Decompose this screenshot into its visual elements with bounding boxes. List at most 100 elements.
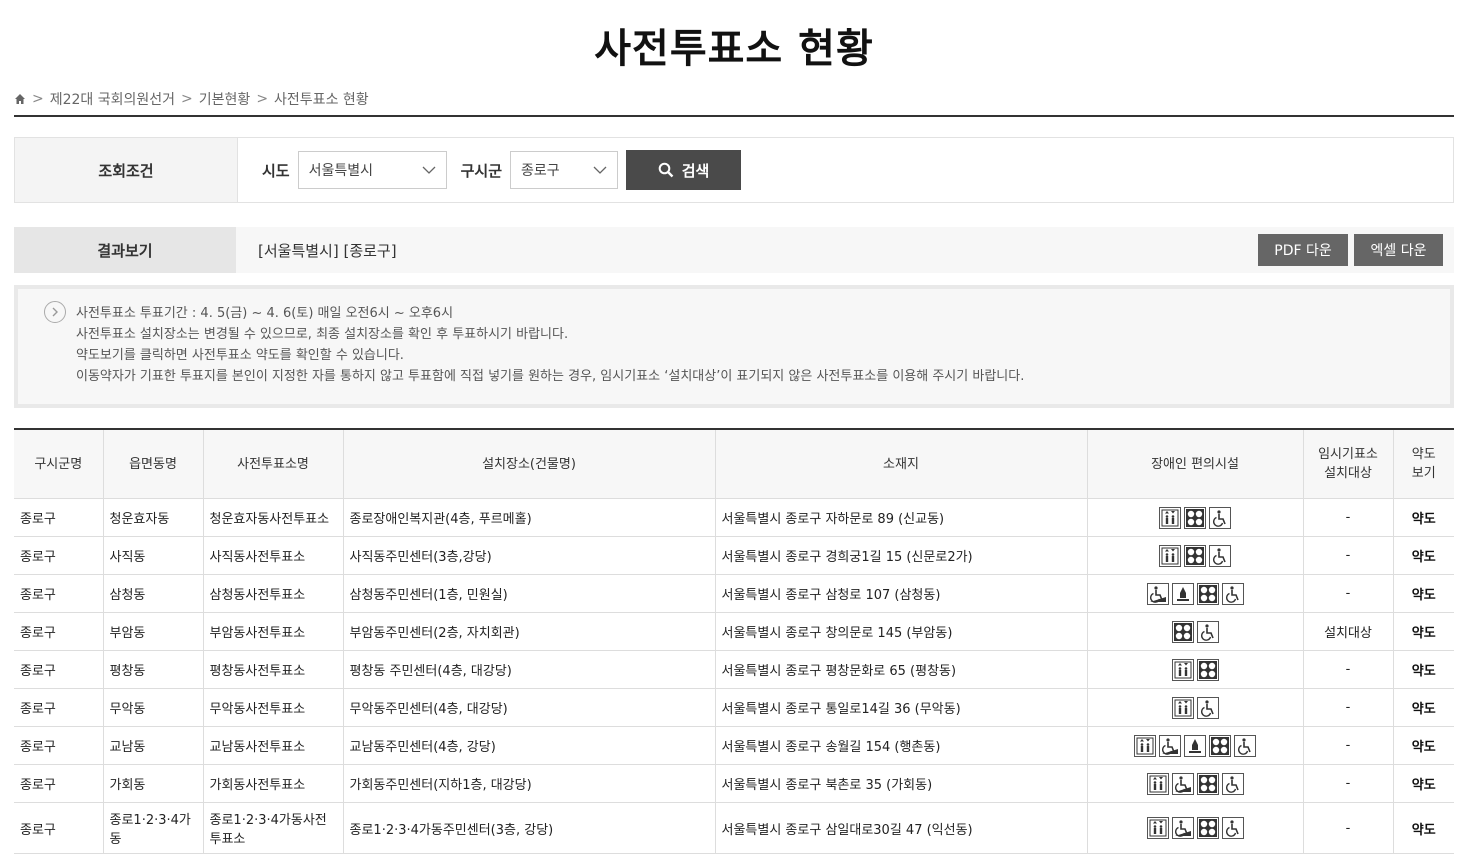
breadcrumb-separator: > (256, 91, 269, 107)
map-link[interactable]: 약도 (1393, 612, 1454, 651)
cell-dong: 종로1·2·3·4가동 (103, 802, 204, 854)
wheelchair-icon (1209, 506, 1231, 529)
wheelchair-icon (1209, 544, 1231, 567)
gu-select-value: 종로구 (521, 163, 560, 179)
map-link[interactable]: 약도 (1393, 498, 1454, 537)
notice-line: 사전투표소 설치장소는 변경될 수 있으므로, 최종 설치장소를 확인 후 투표… (76, 327, 569, 342)
cell-temp-booth: - (1303, 498, 1394, 537)
parking-icon (1196, 817, 1219, 839)
table-header-row: 구시군명 읍면동명 사전투표소명 설치장소(건물명) 소재지 장애인 편의시설 … (14, 429, 1454, 499)
ramp-icon (1171, 772, 1194, 795)
cell-dong: 사직동 (103, 536, 204, 575)
result-bar: 결과보기 [서울특별시] [종로구] PDF 다운 엑셀 다운 (14, 227, 1454, 273)
map-link[interactable]: 약도 (1393, 802, 1454, 854)
cell-gu: 종로구 (14, 726, 104, 765)
cell-temp-booth: - (1303, 688, 1394, 727)
cell-place: 무악동주민센터(4층, 대강당) (343, 688, 716, 727)
search-button-label: 검색 (681, 161, 710, 180)
map-link[interactable]: 약도 (1393, 574, 1454, 613)
header-map: 약도 보기 (1393, 429, 1454, 499)
parking-icon (1209, 734, 1231, 757)
result-label: 결과보기 (14, 227, 236, 273)
cell-gu: 종로구 (14, 688, 104, 727)
chevron-down-icon (593, 166, 607, 174)
cell-gu: 종로구 (14, 574, 104, 613)
cell-station-name: 평창동사전투표소 (203, 650, 344, 689)
map-link[interactable]: 약도 (1393, 536, 1454, 575)
home-icon[interactable] (14, 93, 26, 105)
cell-temp-booth: - (1303, 802, 1394, 854)
cell-address: 서울특별시 종로구 평창문화로 65 (평창동) (715, 650, 1088, 689)
cell-station-name: 삼청동사전투표소 (203, 574, 344, 613)
cell-address: 서울특별시 종로구 경희궁1길 15 (신문로2가) (715, 536, 1088, 575)
search-button[interactable]: 검색 (626, 150, 742, 190)
search-condition-label: 조회조건 (15, 138, 238, 202)
result-text: [서울특별시] [종로구] (258, 241, 397, 260)
breadcrumb-item-basic[interactable]: 기본현황 (199, 89, 251, 109)
cell-gu: 종로구 (14, 536, 104, 575)
excel-download-button[interactable]: 엑셀 다운 (1354, 234, 1443, 266)
elevator-icon (1146, 772, 1169, 795)
sido-select[interactable]: 서울특별시 (297, 151, 447, 189)
elevator-icon (1171, 658, 1194, 681)
cell-address: 서울특별시 종로구 통일로14길 36 (무악동) (715, 688, 1088, 727)
parking-icon (1196, 658, 1219, 681)
notice-box: 사전투표소 투표기간 : 4. 5(금) ~ 4. 6(토) 매일 오전6시 ~… (14, 285, 1454, 408)
breadcrumb-item-current[interactable]: 사전투표소 현황 (274, 89, 369, 109)
guide-icon (1184, 734, 1206, 757)
cell-station-name: 무악동사전투표소 (203, 688, 344, 727)
map-link[interactable]: 약도 (1393, 726, 1454, 765)
cell-temp-booth: - (1303, 536, 1394, 575)
wheelchair-icon (1221, 817, 1244, 839)
cell-temp-booth: - (1303, 650, 1394, 689)
cell-facilities (1087, 574, 1304, 613)
wheelchair-icon (1221, 772, 1244, 795)
cell-station-name: 교남동사전투표소 (203, 726, 344, 765)
wheelchair-icon (1196, 696, 1219, 719)
cell-dong: 무악동 (103, 688, 204, 727)
parking-icon (1184, 506, 1206, 529)
cell-dong: 가회동 (103, 764, 204, 803)
elevator-icon (1159, 544, 1181, 567)
notice-line: 약도보기를 클릭하면 사전투표소 약도를 확인할 수 있습니다. (76, 348, 404, 363)
header-temp-booth: 임시기표소 설치대상 (1303, 429, 1394, 499)
table-row: 종로구 종로1·2·3·4가동 종로1·2·3·4가동사전투표소 종로1·2·3·4가… (14, 802, 1454, 854)
search-panel: 조회조건 시도 서울특별시 구시군 종로구 검색 (14, 137, 1454, 203)
map-link[interactable]: 약도 (1393, 764, 1454, 803)
elevator-icon (1171, 696, 1194, 719)
cell-station-name: 가회동사전투표소 (203, 764, 344, 803)
parking-icon (1196, 582, 1219, 605)
elevator-icon (1146, 817, 1169, 839)
gu-label: 구시군 (460, 161, 503, 180)
elevator-icon (1134, 734, 1156, 757)
ramp-icon (1146, 582, 1169, 605)
cell-place: 종로장애인복지관(4층, 푸르메홀) (343, 498, 716, 537)
breadcrumb: > 제22대 국회의원선거 > 기본현황 > 사전투표소 현황 (14, 88, 1454, 110)
cell-station-name: 종로1·2·3·4가동사전투표소 (203, 802, 344, 854)
ramp-icon (1171, 817, 1194, 839)
cell-dong: 교남동 (103, 726, 204, 765)
notice-line: 이동약자가 기표한 투표지를 본인이 지정한 자를 통하지 않고 투표함에 직접… (76, 369, 1025, 384)
parking-icon (1184, 544, 1206, 567)
gu-select[interactable]: 종로구 (510, 151, 619, 189)
cell-gu: 종로구 (14, 764, 104, 803)
cell-temp-booth: 설치대상 (1303, 612, 1394, 651)
map-link[interactable]: 약도 (1393, 688, 1454, 727)
pdf-download-button[interactable]: PDF 다운 (1258, 234, 1348, 266)
cell-station-name: 사직동사전투표소 (203, 536, 344, 575)
cell-facilities (1087, 650, 1304, 689)
breadcrumb-item-election[interactable]: 제22대 국회의원선거 (50, 89, 175, 109)
cell-address: 서울특별시 종로구 송월길 154 (행촌동) (715, 726, 1088, 765)
ramp-icon (1159, 734, 1181, 757)
guide-icon (1171, 582, 1194, 605)
cell-dong: 삼청동 (103, 574, 204, 613)
cell-temp-booth: - (1303, 726, 1394, 765)
wheelchair-icon (1234, 734, 1256, 757)
header-gu: 구시군명 (14, 429, 104, 499)
sido-label: 시도 (262, 161, 290, 180)
map-link[interactable]: 약도 (1393, 650, 1454, 689)
chevron-down-icon (422, 166, 436, 174)
title-divider (14, 115, 1454, 117)
cell-place: 사직동주민센터(3층,강당) (343, 536, 716, 575)
cell-facilities (1087, 612, 1304, 651)
